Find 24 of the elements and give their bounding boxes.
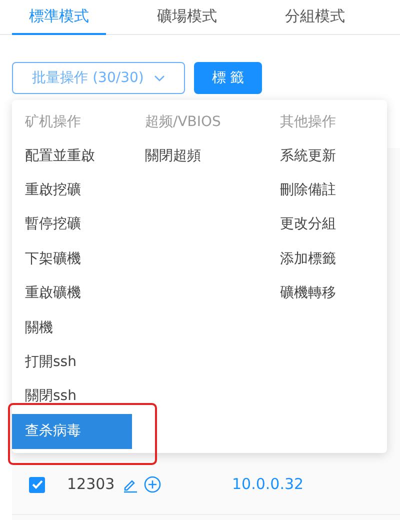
menu-item[interactable]: 關閉超頻 bbox=[132, 139, 267, 174]
add-circle-icon[interactable] bbox=[144, 476, 161, 493]
miner-id: 12303 bbox=[67, 474, 115, 496]
menu-item[interactable]: 礦機轉移 bbox=[267, 276, 387, 311]
menu-item[interactable]: 更改分組 bbox=[267, 208, 387, 242]
menu-group-header: 矿机操作 bbox=[24, 112, 82, 132]
menu-item[interactable]: 關閉ssh bbox=[12, 380, 132, 414]
tab[interactable]: 礦場模式 bbox=[140, 0, 234, 35]
menu-item[interactable]: 配置並重啟 bbox=[12, 139, 132, 174]
menu-item[interactable]: 暫停挖礦 bbox=[12, 208, 132, 242]
menu-item[interactable]: 系統更新 bbox=[267, 139, 387, 174]
menu-item[interactable]: 添加標籤 bbox=[267, 242, 387, 277]
menu-item[interactable]: 打開ssh bbox=[12, 345, 132, 380]
menu-item[interactable]: 關機 bbox=[12, 310, 132, 346]
menu-item[interactable]: 刪除備註 bbox=[267, 173, 387, 208]
chevron-down-icon bbox=[154, 74, 165, 82]
menu-group-header: 超频/VBIOS bbox=[144, 112, 222, 132]
menu-item[interactable]: 重啟挖礦 bbox=[12, 173, 132, 208]
menu-item[interactable]: 重啟礦機 bbox=[12, 276, 132, 311]
tab[interactable]: 分組模式 bbox=[268, 0, 362, 35]
checkbox[interactable] bbox=[29, 476, 45, 492]
menu-item[interactable]: 下架礦機 bbox=[12, 242, 132, 277]
menu-item[interactable]: 查杀病毒 bbox=[12, 414, 132, 449]
menu-group-header: 其他操作 bbox=[279, 112, 337, 132]
